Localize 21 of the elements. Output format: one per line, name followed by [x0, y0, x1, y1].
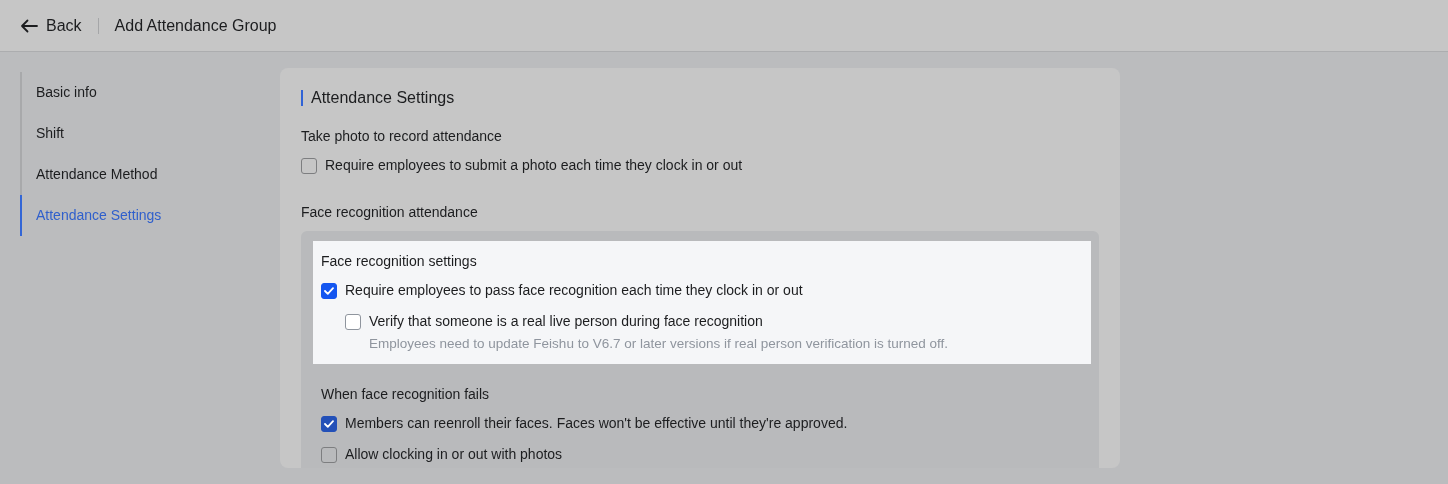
checkbox-label: Allow clocking in or out with photos — [345, 445, 563, 465]
checkbox-label: Members can reenroll their faces. Faces won't be effective until they're approved. — [345, 414, 848, 434]
back-button[interactable]: Back — [20, 13, 82, 38]
check-icon — [324, 419, 334, 428]
checkbox[interactable] — [321, 446, 337, 463]
hint-text: Employees need to update Feishu to V6.7 or later versions if real person verification is turned off. — [369, 335, 950, 353]
check-icon — [324, 286, 334, 295]
back-arrow-icon — [20, 18, 38, 33]
checkbox-label: Require employees to pass face recognition each time they clock in or out — [345, 281, 803, 300]
group-heading: When face recognition fails — [321, 385, 491, 405]
section-title: Attendance Settings — [301, 90, 1100, 106]
page-title: Add Attendance Group — [114, 15, 277, 36]
checkbox[interactable] — [321, 282, 337, 299]
checkbox[interactable] — [321, 415, 337, 432]
section-heading: Take photo to record attendance — [301, 127, 503, 146]
checkbox[interactable] — [345, 313, 361, 330]
section-heading: Face recognition attendance — [301, 203, 479, 222]
checkbox-label: Verify that someone is a real live person during face recognition — [369, 312, 763, 331]
group-heading: Face recognition settings — [321, 252, 478, 271]
checkbox-label: Require employees to submit a photo each time they clock in or out — [325, 156, 743, 175]
checkbox[interactable] — [301, 157, 317, 174]
